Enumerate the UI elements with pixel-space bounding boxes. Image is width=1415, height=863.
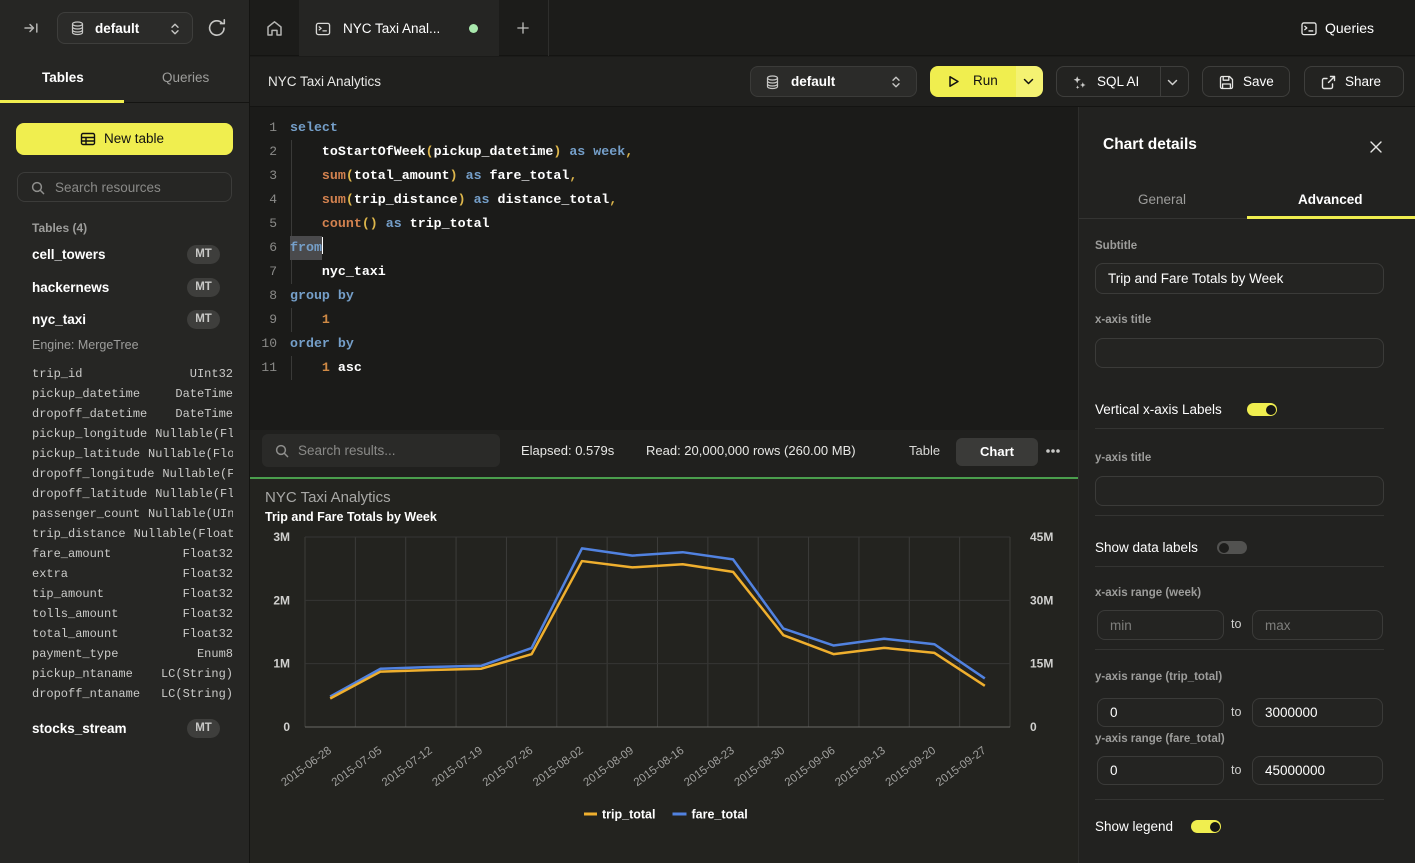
svg-text:30M: 30M [1030, 593, 1053, 607]
svg-text:15M: 15M [1030, 657, 1053, 671]
svg-text:fare_total: fare_total [692, 808, 748, 822]
svg-text:2015-08-02: 2015-08-02 [531, 745, 586, 789]
svg-text:45M: 45M [1030, 530, 1053, 544]
svg-text:2015-08-23: 2015-08-23 [682, 745, 737, 789]
svg-text:trip_total: trip_total [602, 808, 655, 822]
svg-text:2015-07-12: 2015-07-12 [380, 745, 435, 789]
svg-text:2M: 2M [273, 593, 290, 607]
svg-text:2015-08-30: 2015-08-30 [733, 745, 788, 789]
svg-text:2015-08-16: 2015-08-16 [632, 745, 687, 789]
svg-text:2015-07-19: 2015-07-19 [430, 745, 485, 789]
svg-text:1M: 1M [273, 657, 290, 671]
svg-text:0: 0 [1030, 720, 1037, 734]
svg-text:3M: 3M [273, 530, 290, 544]
svg-text:2015-09-06: 2015-09-06 [783, 745, 838, 789]
svg-text:0: 0 [283, 720, 290, 734]
svg-text:2015-09-27: 2015-09-27 [934, 745, 989, 789]
svg-text:2015-06-28: 2015-06-28 [279, 745, 334, 789]
svg-text:2015-09-20: 2015-09-20 [884, 745, 939, 789]
svg-text:2015-08-09: 2015-08-09 [581, 745, 636, 789]
svg-text:2015-07-26: 2015-07-26 [481, 745, 536, 789]
svg-text:2015-09-13: 2015-09-13 [833, 745, 888, 789]
svg-text:2015-07-05: 2015-07-05 [330, 745, 385, 789]
